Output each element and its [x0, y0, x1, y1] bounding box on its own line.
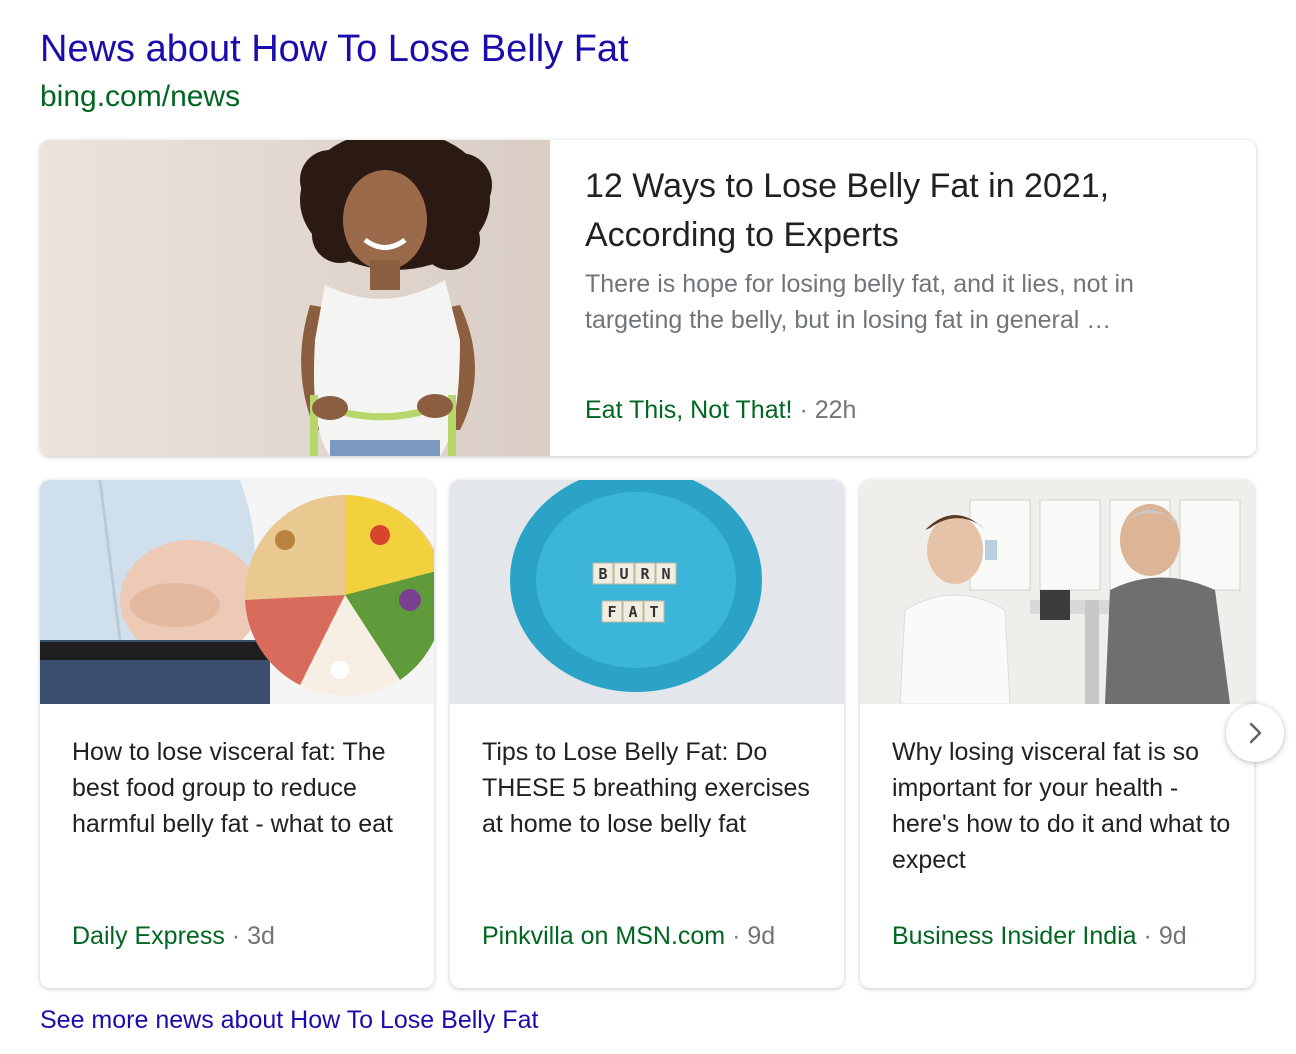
- publisher-name: Pinkvilla on MSN.com: [482, 922, 726, 950]
- meta-separator: ·: [1143, 922, 1152, 950]
- article-age: 22h: [814, 396, 857, 424]
- source-url: bing.com/news: [40, 80, 241, 113]
- belly-and-food-groups-image: [40, 480, 434, 704]
- featured-news-card[interactable]: 12 Ways to Lose Belly Fat in 2021, Accor…: [40, 140, 1256, 456]
- card-meta: Pinkvilla on MSN.com · 9d: [482, 922, 775, 951]
- burn-tile-r: R: [640, 565, 650, 583]
- card-meta: Daily Express · 3d: [72, 922, 275, 951]
- burn-tile-b: B: [598, 565, 607, 583]
- meta-separator: ·: [231, 922, 241, 950]
- burn-tile-u: U: [619, 565, 628, 583]
- woman-measuring-waist-image: [40, 140, 550, 456]
- burn-tile-n: N: [661, 565, 670, 583]
- featured-snippet: There is hope for losing belly fat, and …: [585, 270, 1134, 334]
- meta-separator: ·: [799, 396, 808, 424]
- publisher-name: Eat This, Not That!: [585, 396, 793, 424]
- news-block-title-link[interactable]: News about How To Lose Belly Fat: [40, 28, 629, 71]
- card-headline[interactable]: Why losing visceral fat is so important …: [892, 734, 1232, 878]
- meta-separator: ·: [732, 922, 741, 950]
- publisher-name: Business Insider India: [892, 922, 1137, 950]
- fat-tile-a: A: [628, 603, 637, 621]
- article-age: 3d: [247, 922, 275, 950]
- see-more-news-link[interactable]: See more news about How To Lose Belly Fa…: [40, 1006, 538, 1035]
- news-card-daily-express[interactable]: How to lose visceral fat: The best food …: [40, 480, 434, 988]
- news-card-business-insider[interactable]: Why losing visceral fat is so important …: [860, 480, 1254, 988]
- news-card-pinkvilla[interactable]: B U R N F A T Tips to Lose Belly Fat: Do…: [450, 480, 844, 988]
- card-meta: Business Insider India · 9d: [892, 922, 1187, 951]
- publisher-name: Daily Express: [72, 922, 225, 950]
- carousel-next-button[interactable]: [1226, 704, 1284, 762]
- fat-tile-t: T: [649, 603, 658, 621]
- card-headline[interactable]: Tips to Lose Belly Fat: Do THESE 5 breat…: [482, 734, 822, 842]
- card-headline[interactable]: How to lose visceral fat: The best food …: [72, 734, 412, 842]
- article-age: 9d: [747, 922, 776, 950]
- article-age: 9d: [1158, 922, 1187, 950]
- fat-tile-f: F: [607, 603, 616, 621]
- featured-meta: Eat This, Not That! · 22h: [585, 396, 856, 425]
- burn-fat-plate-image: B U R N F A T: [450, 480, 844, 704]
- doctor-weighing-patient-image: [860, 480, 1254, 704]
- chevron-right-icon: [1249, 722, 1262, 744]
- featured-headline[interactable]: 12 Ways to Lose Belly Fat in 2021, Accor…: [585, 162, 1225, 260]
